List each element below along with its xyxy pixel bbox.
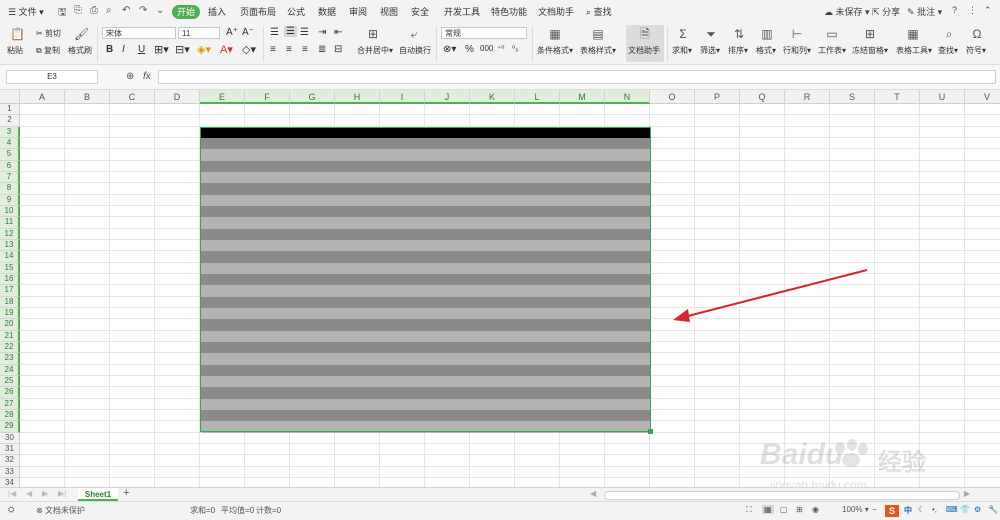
status-bar: ⛭ ⊗ 文档未保护 求和=0 平均值=0 计数=0 ⛶ ▦ ▢ ⊞ ◉ 100%…	[0, 501, 1000, 520]
fullscreen-icon[interactable]: ⛶	[746, 505, 752, 515]
arrow-head	[673, 309, 690, 322]
sum-status: 求和=0	[190, 506, 216, 515]
next-sheet-icon[interactable]: ▶	[42, 489, 48, 498]
prev-sheet-icon[interactable]: ◀	[26, 489, 32, 498]
watermark-cn: 经验	[878, 449, 926, 476]
page-layout-view-icon[interactable]: ▢	[780, 505, 788, 514]
sheet-tab-sheet1[interactable]: Sheet1	[78, 488, 118, 501]
reading-view-icon[interactable]: ◉	[812, 505, 819, 514]
ime-punct-icon[interactable]: •,	[932, 505, 937, 514]
watermark-brand: Baidu	[760, 438, 844, 471]
ime-language[interactable]: 中	[904, 505, 912, 516]
ime-tool-icon[interactable]: 🔧	[988, 505, 998, 514]
zoom-level[interactable]: 100% ▾	[842, 505, 869, 514]
horizontal-scrollbar[interactable]	[604, 491, 960, 500]
arrow-shaft	[683, 269, 868, 318]
ime-s-icon[interactable]: S	[885, 505, 899, 517]
average-status: 平均值=0	[221, 506, 255, 515]
add-sheet-button[interactable]: +	[123, 487, 129, 499]
page-break-view-icon[interactable]: ⊞	[796, 505, 803, 514]
ime-moon-icon[interactable]: ☾	[918, 505, 925, 514]
zoom-out-icon[interactable]: −	[872, 505, 877, 514]
sheet-tab-bar: |◀ ◀ ▶ ▶| Sheet1 + ◀ ▶	[0, 487, 1000, 502]
last-sheet-icon[interactable]: ▶|	[58, 489, 66, 498]
normal-view-icon[interactable]: ▦	[762, 505, 774, 514]
scroll-left-icon[interactable]: ◀	[590, 489, 596, 498]
first-sheet-icon[interactable]: |◀	[8, 489, 16, 498]
protect-icon: ⊗	[36, 506, 43, 515]
protection-status[interactable]: ⊗ 文档未保护	[36, 505, 85, 516]
ime-shirt-icon[interactable]: 👕	[960, 505, 970, 514]
macro-icon[interactable]: ⛭	[8, 505, 14, 515]
scroll-right-icon[interactable]: ▶	[964, 489, 970, 498]
ime-settings-icon[interactable]: ⚙	[974, 505, 981, 514]
count-status: 计数=0	[256, 506, 282, 515]
ime-keyboard-icon[interactable]: ⌨	[946, 505, 958, 514]
